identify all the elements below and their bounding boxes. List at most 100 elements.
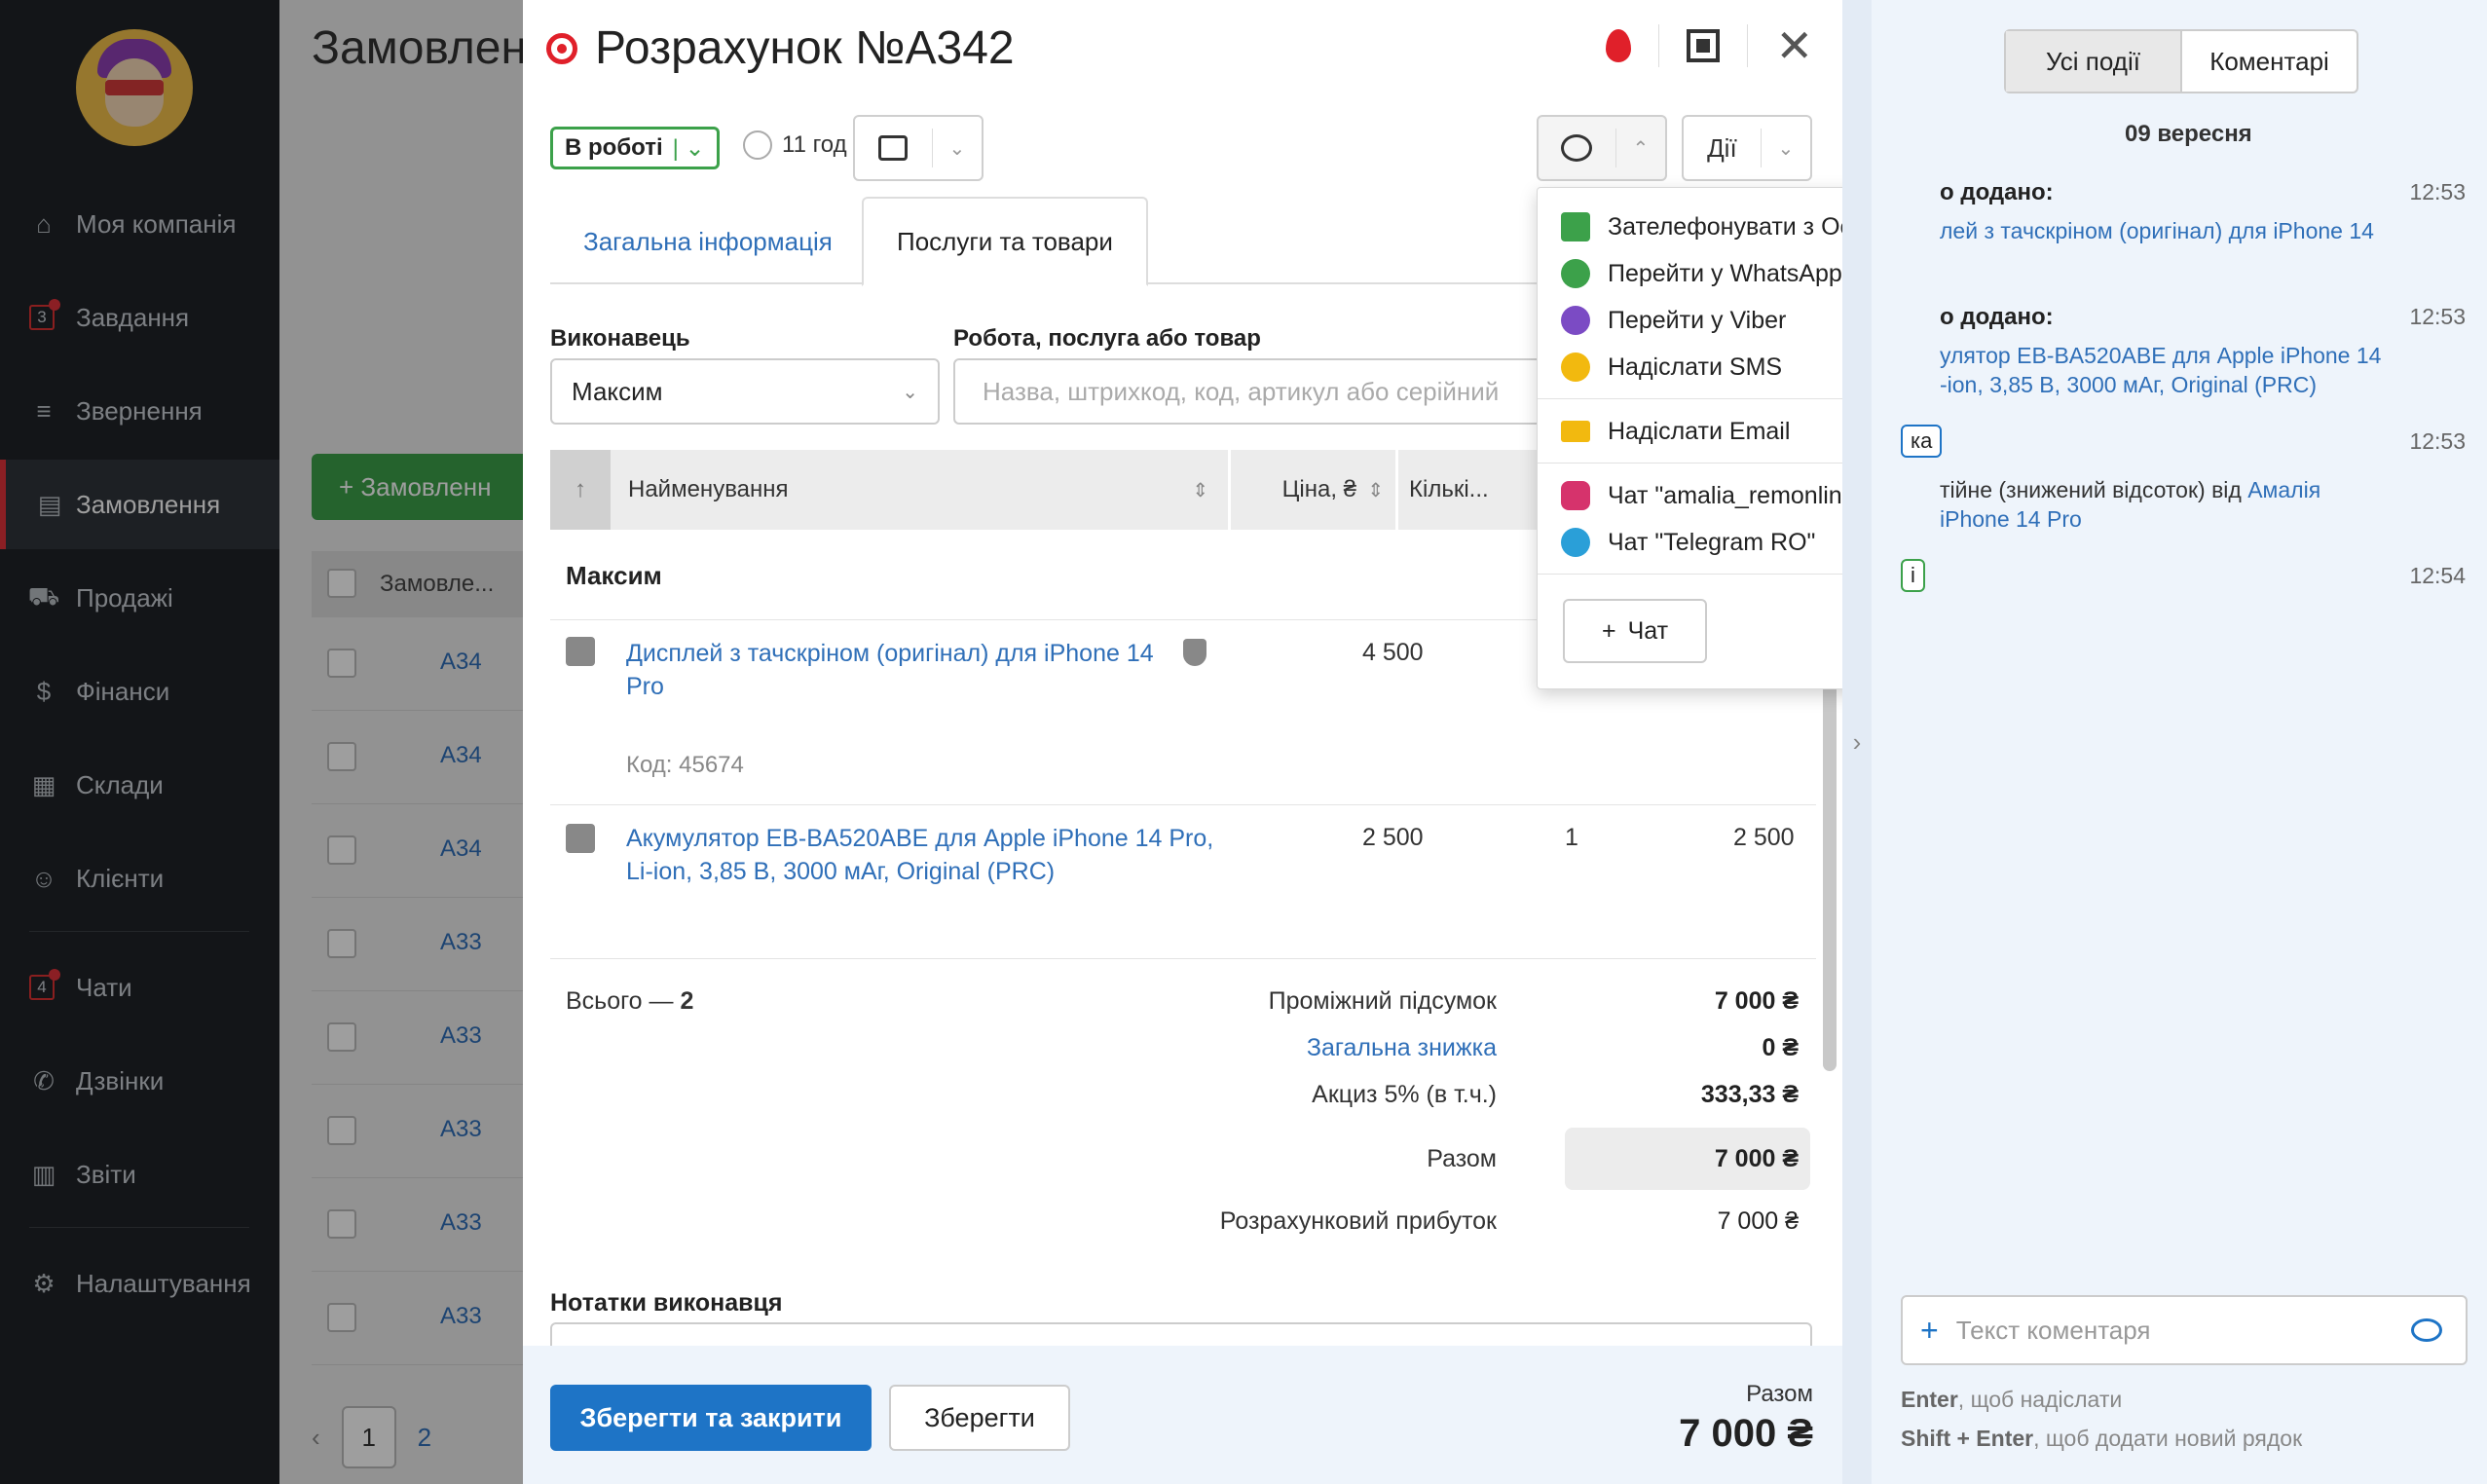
save-button[interactable]: Зберегти xyxy=(889,1385,1070,1451)
page-button[interactable]: 2 xyxy=(418,1423,431,1453)
event-title: о додано: xyxy=(1940,304,2054,330)
visibility-eye-icon[interactable] xyxy=(2411,1318,2442,1342)
events-filter: Усі події Коментарі xyxy=(2004,29,2358,93)
chevron-down-icon[interactable]: ⌄ xyxy=(931,129,982,167)
footer-total-value: 7 000 ₴ xyxy=(1679,1412,1813,1455)
reports-icon: ▥ xyxy=(31,1159,56,1189)
avatar[interactable] xyxy=(76,29,193,146)
sidebar-item-label: Налаштування xyxy=(76,1268,251,1298)
chats-icon: 4 xyxy=(29,969,60,1000)
excise-label: Акциз 5% (в т.ч.) xyxy=(1312,1081,1497,1108)
select-all-checkbox[interactable] xyxy=(327,569,356,598)
puzzle-icon xyxy=(566,824,595,853)
comment-input[interactable]: + Текст коментаря xyxy=(1901,1295,2468,1365)
table-row[interactable]: A33 xyxy=(312,1178,536,1272)
new-chat-button[interactable]: + Чат xyxy=(1563,599,1707,663)
status-dropdown[interactable]: В роботі | ⌄ xyxy=(550,127,720,169)
sidebar-item-reports[interactable]: ▥ Звіти xyxy=(0,1130,279,1219)
message-button[interactable]: ⌃ xyxy=(1537,115,1667,181)
add-order-button[interactable]: + Замовленн xyxy=(312,454,536,520)
sidebar-item-tasks[interactable]: 3 Завдання xyxy=(0,273,279,362)
warranty-shield-icon xyxy=(1183,639,1206,666)
notes-label: Нотатки виконавця xyxy=(550,1289,783,1317)
column-price[interactable]: Ціна, ₴ ⇕ xyxy=(1232,450,1395,530)
actions-label: Дії xyxy=(1707,132,1737,163)
print-button[interactable]: ⌄ xyxy=(853,115,984,181)
tab-services-goods[interactable]: Послуги та товари xyxy=(862,197,1148,286)
chevron-right-icon[interactable]: › xyxy=(1842,0,1872,1484)
sidebar-item-clients[interactable]: ☺ Клієнти xyxy=(0,834,279,923)
scrollbar[interactable] xyxy=(1823,662,1837,1071)
email-icon xyxy=(1561,421,1590,442)
event-time: 12:53 xyxy=(2409,428,2466,454)
chevron-up-icon[interactable]: ⌃ xyxy=(1615,129,1665,167)
money-icon: $ xyxy=(36,676,52,706)
actions-button[interactable]: Дії ⌄ xyxy=(1682,115,1812,181)
event-link[interactable]: улятор EB-BA520ABE для Apple iPhone 14 -… xyxy=(1940,341,2381,399)
items-table-header: ↑ Найменування ⇕ Ціна, ₴ ⇕ Кількі... xyxy=(550,450,1621,530)
table-row[interactable]: A34 xyxy=(312,711,536,804)
column-quantity[interactable]: Кількі... xyxy=(1409,450,1516,530)
sidebar-item-finance[interactable]: $ Фінанси xyxy=(0,647,279,736)
warehouse-icon: ▦ xyxy=(31,769,56,799)
table-row[interactable]: A33 xyxy=(312,1272,536,1365)
item-total: 2 500 xyxy=(1733,824,1795,851)
item-code: Код: 45674 xyxy=(626,752,744,778)
executor-select[interactable]: Максим ⌄ xyxy=(550,358,940,425)
sidebar-item-my-company[interactable]: ⌂ Моя компанія xyxy=(0,179,279,269)
sidebar-item-orders[interactable]: ▤ Замовлення xyxy=(0,460,279,549)
total-label: Разом xyxy=(1427,1145,1497,1172)
tab-comments[interactable]: Коментарі xyxy=(2182,31,2357,92)
table-row[interactable]: A33 xyxy=(312,1085,536,1178)
cart-icon: ⛟ xyxy=(27,580,60,611)
qr-code-icon[interactable] xyxy=(1687,29,1721,62)
sms-icon xyxy=(1561,352,1590,382)
prev-page-icon[interactable]: ‹ xyxy=(312,1423,320,1453)
add-attachment-icon[interactable]: + xyxy=(1920,1313,1939,1349)
sidebar-item-sales[interactable]: ⛟ Продажі xyxy=(0,553,279,643)
work-label: Робота, послуга або товар xyxy=(953,325,1261,352)
event-title: о додано: xyxy=(1940,179,2054,205)
sidebar-item-warehouses[interactable]: ▦ Склади xyxy=(0,740,279,830)
tab-general-info[interactable]: Загальна інформація xyxy=(550,197,866,286)
date-header: 09 вересня xyxy=(2125,121,2252,147)
table-row[interactable]: A34 xyxy=(312,617,536,711)
page-button[interactable]: 1 xyxy=(341,1406,396,1468)
sidebar-item-settings[interactable]: ⚙ Налаштування xyxy=(0,1239,279,1328)
discount-link[interactable]: Загальна знижка xyxy=(1010,1034,1497,1062)
column-header: Замовле... xyxy=(380,571,495,597)
divider xyxy=(29,1227,249,1228)
event-time: 12:54 xyxy=(2409,563,2466,588)
urgent-flame-icon[interactable] xyxy=(1606,29,1632,62)
total-value: 7 000 ₴ xyxy=(1714,1145,1799,1172)
sidebar-item-label: Склади xyxy=(76,769,164,799)
sidebar-item-label: Звернення xyxy=(76,395,203,426)
executor-label: Виконавець xyxy=(550,325,690,352)
chevron-down-icon[interactable]: ⌄ xyxy=(1760,129,1810,167)
save-and-close-button[interactable]: Зберегти та закрити xyxy=(550,1385,872,1451)
hint-send: Enter, щоб надіслати xyxy=(1901,1387,2123,1412)
chat-bubble-icon xyxy=(1561,134,1593,162)
column-name[interactable]: Найменування ⇕ xyxy=(628,450,1222,530)
item-name-link[interactable]: Акумулятор EB-BA520ABE для Apple iPhone … xyxy=(626,822,1213,888)
sidebar-item-requests[interactable]: ≡ Звернення xyxy=(0,366,279,456)
sidebar-item-calls[interactable]: ✆ Дзвінки xyxy=(0,1036,279,1126)
tab-all-events[interactable]: Усі події xyxy=(2006,31,2182,92)
sidebar-item-chats[interactable]: 4 Чати xyxy=(0,943,279,1032)
table-row[interactable]: A34 xyxy=(312,804,536,898)
subtotal-label: Проміжний підсумок xyxy=(1268,987,1497,1015)
item-name-link[interactable]: Дисплей з тачскріном (оригінал) для iPho… xyxy=(626,637,1154,703)
item-price: 2 500 xyxy=(1362,824,1424,851)
plus-icon: + xyxy=(1601,616,1616,645)
event-link[interactable]: лей з тачскріном (оригінал) для iPhone 1… xyxy=(1940,216,2374,245)
table-header: Замовле... xyxy=(312,551,536,617)
puzzle-icon xyxy=(566,637,595,666)
table-row[interactable]: A33 xyxy=(312,991,536,1085)
item-search-input[interactable]: Назва, штрихкод, код, артикул або серійн… xyxy=(953,358,1557,425)
tasks-icon: 3 xyxy=(29,299,60,330)
sidebar-item-label: Моя компанія xyxy=(76,208,237,239)
sort-arrow-icon[interactable]: ↑ xyxy=(550,450,611,530)
close-icon[interactable]: ✕ xyxy=(1775,23,1813,68)
modal-header: Розрахунок №A342 xyxy=(546,21,1015,75)
table-row[interactable]: A33 xyxy=(312,898,536,991)
